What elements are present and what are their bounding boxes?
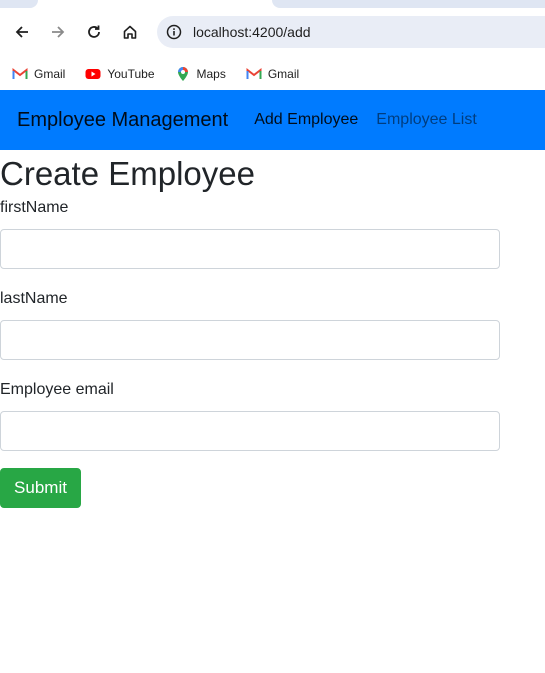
last-name-input[interactable] <box>0 320 500 360</box>
address-bar[interactable]: localhost:4200/add <box>157 16 545 48</box>
navbar-brand[interactable]: Employee Management <box>17 109 228 132</box>
site-info-icon[interactable] <box>166 24 182 40</box>
bookmark-label: Maps <box>196 67 226 81</box>
last-name-label: lastName <box>0 290 68 307</box>
first-name-group: firstName <box>0 196 500 269</box>
maps-icon <box>177 67 188 81</box>
forward-arrow-icon <box>52 26 65 38</box>
email-label: Employee email <box>0 381 114 398</box>
back-button[interactable] <box>10 20 34 44</box>
tab-left[interactable] <box>0 0 38 8</box>
tab-strip <box>0 0 545 8</box>
bookmark-label: Gmail <box>267 67 300 81</box>
app-navbar: Employee Management Add Employee Employe… <box>0 90 545 150</box>
first-name-input[interactable] <box>0 229 500 269</box>
bookmark-maps[interactable]: Maps <box>175 66 226 82</box>
forward-button[interactable] <box>46 20 70 44</box>
email-input[interactable] <box>0 411 500 451</box>
home-button[interactable] <box>118 20 142 44</box>
tab-right[interactable] <box>272 0 545 8</box>
bookmark-gmail-2[interactable]: Gmail <box>246 66 299 82</box>
bookmark-youtube[interactable]: YouTube <box>85 66 155 82</box>
bookmark-label: YouTube <box>107 67 155 81</box>
bookmark-gmail[interactable]: Gmail <box>12 66 65 82</box>
reload-icon <box>88 25 100 38</box>
gmail-icon <box>246 67 262 79</box>
home-icon <box>123 25 137 39</box>
page-title: Create Employee <box>0 155 255 192</box>
url-text: localhost:4200/add <box>193 24 311 40</box>
main-content: Create Employee firstName lastName Emplo… <box>0 150 545 508</box>
first-name-label: firstName <box>0 199 69 216</box>
email-group: Employee email <box>0 378 500 451</box>
submit-button[interactable]: Submit <box>0 468 81 508</box>
nav-link-employee-list[interactable]: Employee List <box>376 111 477 129</box>
bookmarks-bar: Gmail YouTube Maps Gmail <box>0 58 545 90</box>
gmail-icon <box>12 67 28 79</box>
bookmark-label: Gmail <box>34 67 66 81</box>
reload-button[interactable] <box>82 20 106 44</box>
browser-toolbar: localhost:4200/add <box>0 8 545 58</box>
youtube-icon <box>85 69 101 79</box>
last-name-group: lastName <box>0 287 500 360</box>
back-arrow-icon <box>15 26 28 38</box>
nav-link-add-employee[interactable]: Add Employee <box>254 111 358 129</box>
